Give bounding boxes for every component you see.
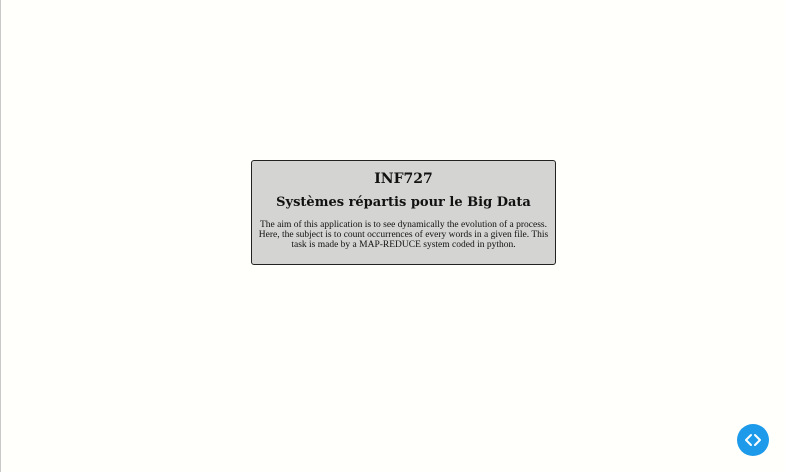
- course-title: Systèmes répartis pour le Big Data: [276, 195, 531, 210]
- page: INF727 Systèmes répartis pour le Big Dat…: [0, 0, 785, 472]
- info-card: INF727 Systèmes répartis pour le Big Dat…: [251, 160, 556, 265]
- code-toggle-button[interactable]: [737, 424, 769, 456]
- code-brackets-icon: [745, 434, 761, 446]
- course-description: The aim of this application is to see dy…: [258, 220, 549, 250]
- left-edge-divider: [0, 0, 1, 472]
- course-code: INF727: [374, 171, 433, 187]
